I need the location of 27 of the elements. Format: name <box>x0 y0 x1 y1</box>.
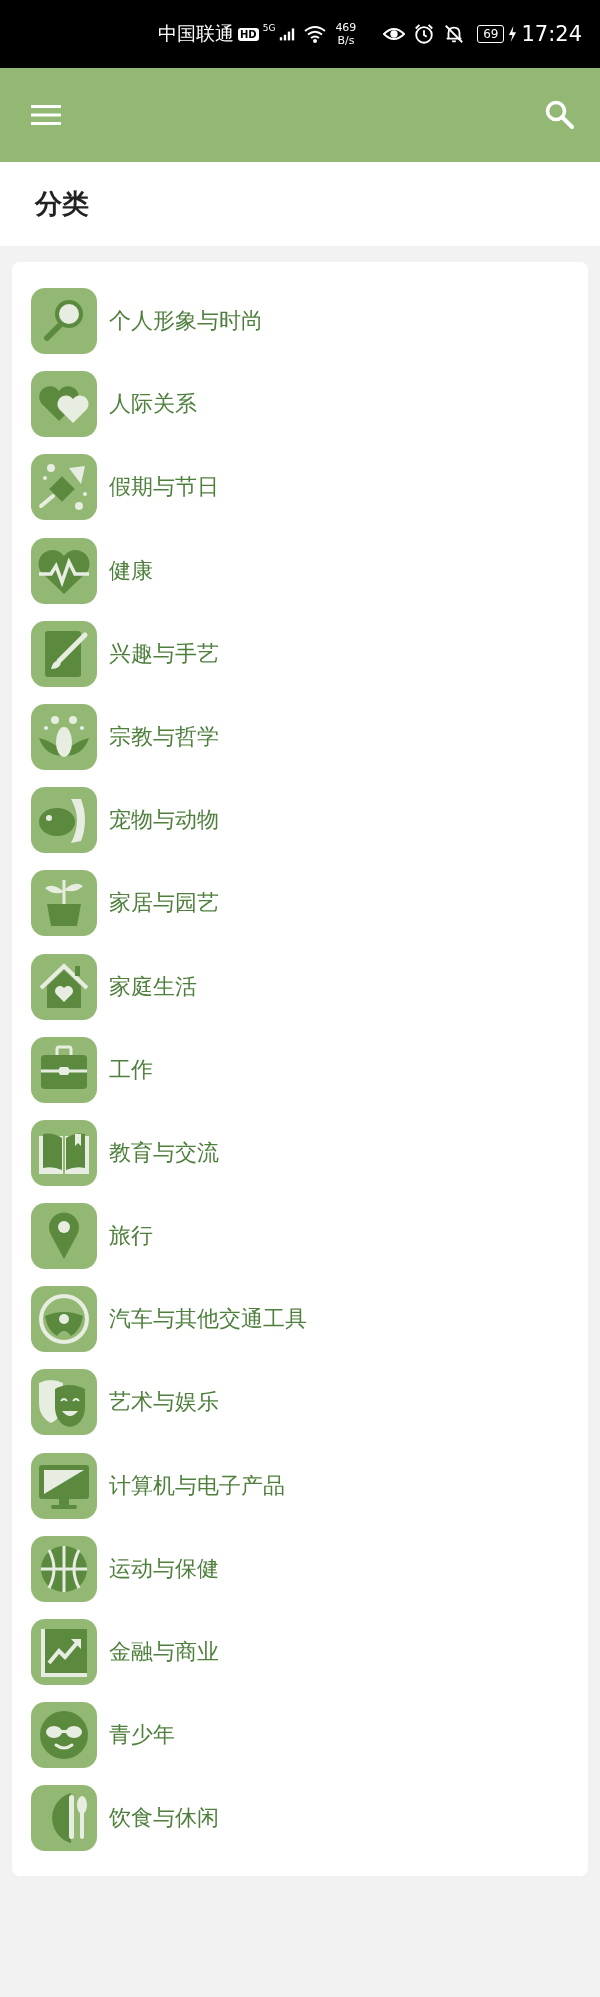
category-item[interactable]: 汽车与其他交通工具 <box>31 1286 588 1353</box>
category-item[interactable]: 运动与保健 <box>31 1535 588 1602</box>
clock: 17:24 <box>521 22 582 46</box>
category-item[interactable]: 人际关系 <box>31 371 588 438</box>
category-item[interactable]: 个人形象与时尚 <box>31 288 588 354</box>
speed-value: 469 <box>335 21 357 34</box>
category-item[interactable]: 工作 <box>31 1036 588 1103</box>
speed-unit: B/s <box>337 34 355 47</box>
category-item[interactable]: 艺术与娱乐 <box>31 1369 588 1436</box>
hd-badge: HD <box>238 27 259 41</box>
category-item[interactable]: 教育与交流 <box>31 1119 588 1186</box>
category-item[interactable]: 家庭生活 <box>31 953 588 1020</box>
category-item[interactable]: 假期与节日 <box>31 454 588 521</box>
category-item[interactable]: 宗教与哲学 <box>31 703 588 770</box>
battery-level: 69 <box>477 25 505 43</box>
category-item[interactable]: 计算机与电子产品 <box>31 1452 588 1519</box>
category-item[interactable]: 宠物与动物 <box>31 787 588 854</box>
category-item[interactable]: 金融与商业 <box>31 1619 588 1685</box>
category-item[interactable]: 健康 <box>31 537 588 604</box>
category-item[interactable]: 旅行 <box>31 1203 588 1270</box>
carrier-name: 中国联通 <box>158 21 234 46</box>
network-type: 5G <box>262 23 276 33</box>
category-item[interactable]: 饮食与休闲 <box>31 1785 588 1852</box>
category-item[interactable]: 青少年 <box>31 1702 588 1769</box>
page-title: 分类 <box>35 187 89 221</box>
category-item[interactable]: 家居与园艺 <box>31 870 588 937</box>
category-item[interactable]: 兴趣与手艺 <box>31 620 588 687</box>
